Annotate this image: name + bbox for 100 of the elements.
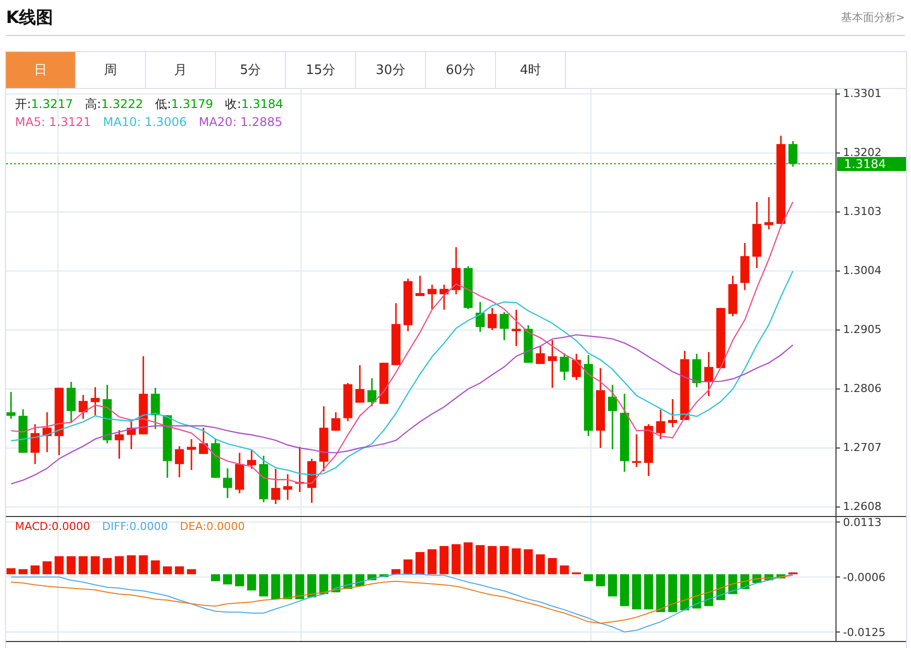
bar xyxy=(54,556,64,574)
candlestick xyxy=(668,398,678,428)
candlestick xyxy=(572,353,581,381)
candlestick xyxy=(114,429,124,460)
bar xyxy=(536,554,545,574)
bar xyxy=(512,548,521,574)
bar xyxy=(416,552,425,574)
candlestick xyxy=(223,468,232,499)
page-title: K线图 xyxy=(6,7,54,29)
candlestick xyxy=(30,423,40,465)
quote-value: 高:1.3222 xyxy=(85,96,144,113)
axis-label: 1.3103 xyxy=(843,205,882,218)
bar xyxy=(488,546,497,574)
candlestick xyxy=(488,307,497,331)
bar xyxy=(295,574,304,600)
bar xyxy=(102,558,112,574)
candlestick xyxy=(764,196,774,230)
bar xyxy=(235,574,244,586)
bar xyxy=(78,556,88,574)
bar xyxy=(704,574,714,606)
bar xyxy=(138,555,148,574)
bar xyxy=(403,559,412,574)
moving-average-label: MA20: 1.2885 xyxy=(198,114,282,131)
indicator-label: DIFF:0.0000 xyxy=(102,520,168,533)
moving-average-label: MA5: 1.3121 xyxy=(15,114,92,131)
axis-label: 0.0113 xyxy=(843,516,882,529)
bar xyxy=(584,574,593,582)
bar xyxy=(692,574,702,608)
bar xyxy=(680,574,690,610)
bar xyxy=(18,569,28,574)
bar xyxy=(186,569,196,574)
bar xyxy=(452,544,461,574)
candlestick xyxy=(198,426,208,455)
bar xyxy=(30,565,40,574)
bar xyxy=(716,574,726,600)
candlestick xyxy=(283,473,292,501)
bar xyxy=(500,546,509,574)
quote-value: 开:1.3217 xyxy=(15,96,74,113)
candlestick xyxy=(536,345,545,365)
quote-value: 低:1.3179 xyxy=(155,96,214,113)
axis-label: -0.0006 xyxy=(843,571,886,584)
bar xyxy=(608,574,617,596)
bar xyxy=(162,566,172,574)
axis-label: 1.2806 xyxy=(843,382,882,395)
bar xyxy=(524,549,533,574)
moving-average-label: MA10: 1.3006 xyxy=(103,114,187,131)
bar xyxy=(620,574,630,606)
bar xyxy=(6,568,16,574)
bar xyxy=(644,574,654,610)
bar xyxy=(259,574,268,596)
price-tag: 1.3184 xyxy=(837,156,906,171)
bar xyxy=(632,574,642,610)
candlestick xyxy=(331,411,340,432)
candlestick xyxy=(186,438,196,471)
axis-label: 1.2608 xyxy=(843,500,882,513)
candlestick xyxy=(560,352,569,381)
bar xyxy=(150,560,160,574)
candlestick xyxy=(174,445,184,478)
candlestick xyxy=(704,351,714,397)
axis-label: 1.3202 xyxy=(843,146,882,159)
candlestick xyxy=(476,301,485,333)
bar xyxy=(668,574,678,612)
bar xyxy=(548,558,557,574)
candlestick xyxy=(150,387,160,430)
axis-label: -0.0125 xyxy=(843,626,886,639)
bar xyxy=(42,561,52,574)
bar xyxy=(656,574,666,612)
bar xyxy=(307,574,316,598)
bar xyxy=(476,545,485,574)
axis-label: 1.2707 xyxy=(843,441,882,454)
bar xyxy=(66,556,76,574)
candlestick xyxy=(452,246,461,295)
indicator-label: DEA:0.0000 xyxy=(180,520,245,533)
bar xyxy=(114,556,124,574)
bar xyxy=(126,555,136,574)
fundamental-analysis-link[interactable]: 基本面分析> xyxy=(840,10,905,25)
bar xyxy=(560,565,569,574)
candlestick xyxy=(428,284,437,310)
bar xyxy=(90,556,100,574)
bar xyxy=(283,574,292,600)
candlestick xyxy=(6,391,16,420)
axis-label: 1.3301 xyxy=(843,89,882,100)
bar xyxy=(174,566,184,574)
candlestick xyxy=(656,409,666,440)
candlestick xyxy=(367,378,376,408)
candlestick xyxy=(692,353,702,388)
bar xyxy=(319,574,328,594)
axis-label: 1.3004 xyxy=(843,264,882,277)
candlestick xyxy=(632,434,642,468)
indicator-label: MACD:0.0000 xyxy=(15,520,90,533)
candlestick xyxy=(548,339,557,389)
bar xyxy=(596,574,605,586)
candlestick xyxy=(355,364,364,404)
bar xyxy=(271,574,280,600)
bar xyxy=(440,546,449,574)
candlestick xyxy=(788,140,798,168)
bar xyxy=(428,549,437,574)
candlestick xyxy=(608,384,617,450)
bar xyxy=(464,542,473,574)
candlestick xyxy=(90,386,100,416)
